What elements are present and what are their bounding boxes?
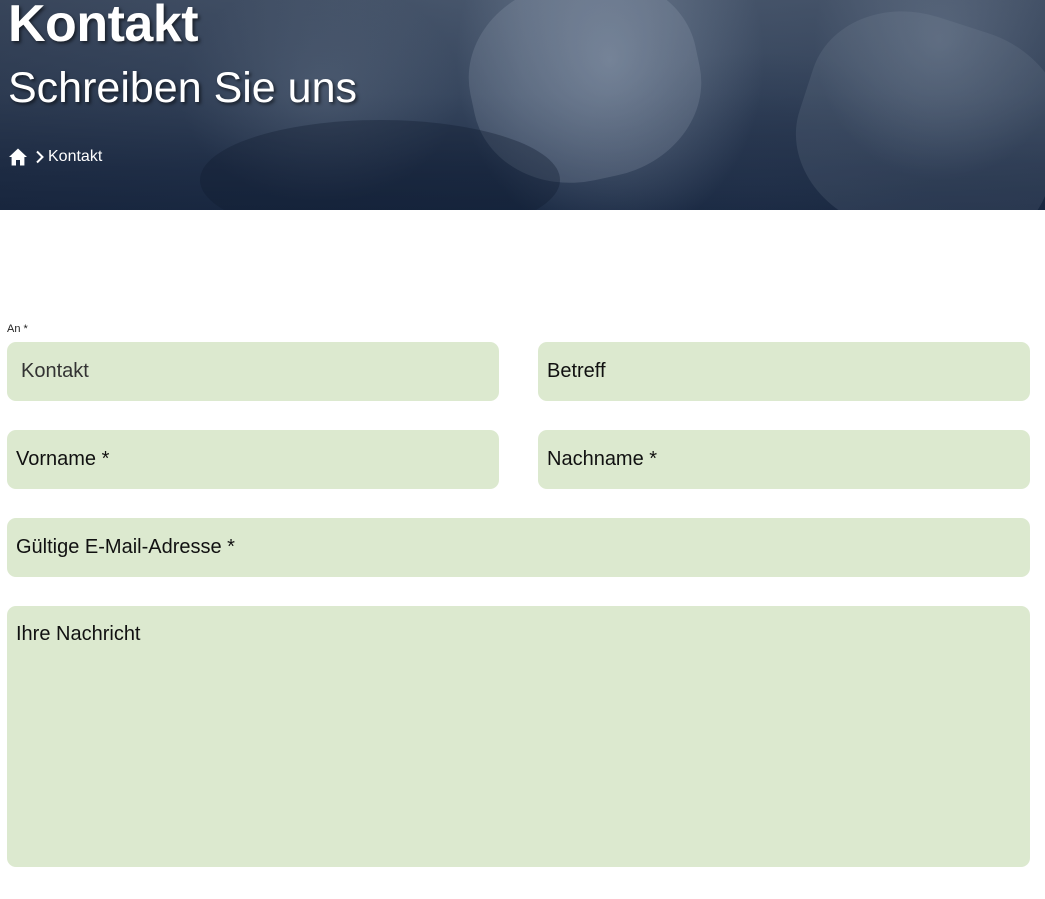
home-icon[interactable] [8, 147, 28, 167]
page-subtitle: Schreiben Sie uns [8, 64, 357, 112]
chevron-right-icon [34, 150, 46, 164]
recipient-select[interactable]: Kontakt [7, 342, 499, 401]
breadcrumb: Kontakt [8, 147, 102, 167]
hero-banner: Kontakt Schreiben Sie uns Kontakt [0, 0, 1045, 210]
email-input[interactable] [7, 518, 1030, 577]
breadcrumb-item-kontakt[interactable]: Kontakt [48, 148, 102, 166]
last-name-input[interactable] [538, 430, 1030, 489]
message-textarea[interactable] [7, 606, 1030, 867]
first-name-input[interactable] [7, 430, 499, 489]
subject-input[interactable] [538, 342, 1030, 401]
recipient-label: An * [7, 323, 28, 335]
recipient-value: Kontakt [21, 360, 89, 382]
page-title: Kontakt [8, 0, 199, 53]
